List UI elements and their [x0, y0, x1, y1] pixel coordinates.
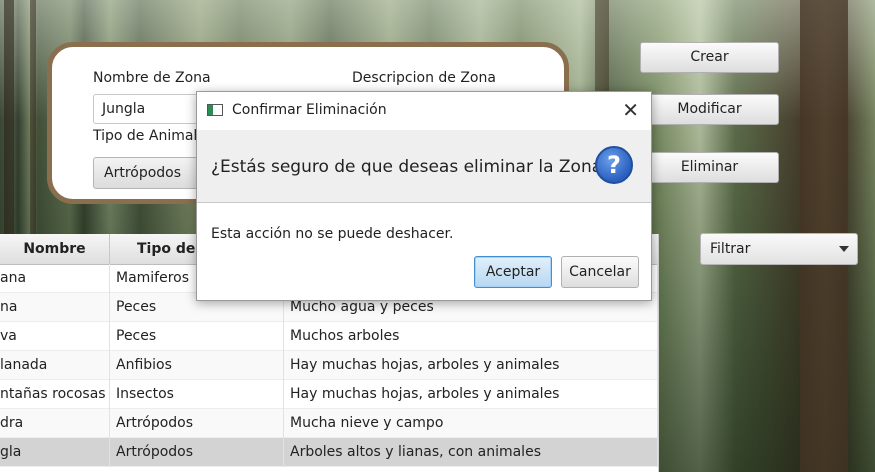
- confirm-delete-dialog: Confirmar Eliminación ✕ ¿Estás seguro de…: [196, 91, 652, 301]
- animal-type-label: Tipo de Animal: [93, 128, 198, 144]
- chevron-down-icon: [839, 246, 849, 252]
- table-row[interactable]: lanada Anfibios Hay muchas hojas, arbole…: [0, 351, 658, 380]
- dialog-title-bar[interactable]: Confirmar Eliminación ✕: [197, 92, 651, 130]
- close-icon[interactable]: ✕: [622, 98, 639, 122]
- cell-type: Peces: [110, 322, 284, 351]
- dialog-content-text: Esta acción no se puede deshacer.: [211, 226, 454, 242]
- create-button[interactable]: Crear: [640, 42, 779, 73]
- modify-button[interactable]: Modificar: [640, 94, 779, 125]
- cell-type: Artrópodos: [110, 438, 284, 467]
- dialog-title: Confirmar Eliminación: [232, 102, 387, 118]
- cell-description: Muchos arboles: [284, 322, 658, 351]
- cell-name: ana: [0, 264, 110, 293]
- table-row-selected[interactable]: gla Artrópodos Arboles altos y lianas, c…: [0, 438, 658, 467]
- cell-name: ntañas rocosas: [0, 380, 110, 409]
- cell-description: Hay muchas hojas, arboles y animales: [284, 351, 658, 380]
- cell-description: Arboles altos y lianas, con animales: [284, 438, 658, 467]
- cell-name: gla: [0, 438, 110, 467]
- dialog-header-text: ¿Estás seguro de que deseas eliminar la …: [211, 157, 612, 177]
- cell-description: Hay muchas hojas, arboles y animales: [284, 380, 658, 409]
- zone-description-label: Descripcion de Zona: [352, 70, 496, 86]
- dialog-header: ¿Estás seguro de que deseas eliminar la …: [197, 130, 651, 203]
- table-row[interactable]: va Peces Muchos arboles: [0, 322, 658, 351]
- cell-description: Mucha nieve y campo: [284, 409, 658, 438]
- cell-name: na: [0, 293, 110, 322]
- question-icon: ?: [595, 146, 633, 184]
- cell-name: dra: [0, 409, 110, 438]
- delete-button[interactable]: Eliminar: [640, 152, 779, 183]
- window-icon: [207, 104, 223, 116]
- filter-select[interactable]: Filtrar: [700, 233, 858, 265]
- cancel-button[interactable]: Cancelar: [561, 256, 639, 288]
- filter-label: Filtrar: [710, 241, 751, 257]
- table-row[interactable]: ntañas rocosas Insectos Hay muchas hojas…: [0, 380, 658, 409]
- cell-type: Anfibios: [110, 351, 284, 380]
- zone-name-label: Nombre de Zona: [93, 70, 211, 86]
- accept-button[interactable]: Aceptar: [474, 256, 552, 288]
- cell-name: va: [0, 322, 110, 351]
- table-row[interactable]: dra Artrópodos Mucha nieve y campo: [0, 409, 658, 438]
- cell-type: Insectos: [110, 380, 284, 409]
- cell-type: Artrópodos: [110, 409, 284, 438]
- column-header-name[interactable]: Nombre: [0, 234, 110, 264]
- cell-name: lanada: [0, 351, 110, 380]
